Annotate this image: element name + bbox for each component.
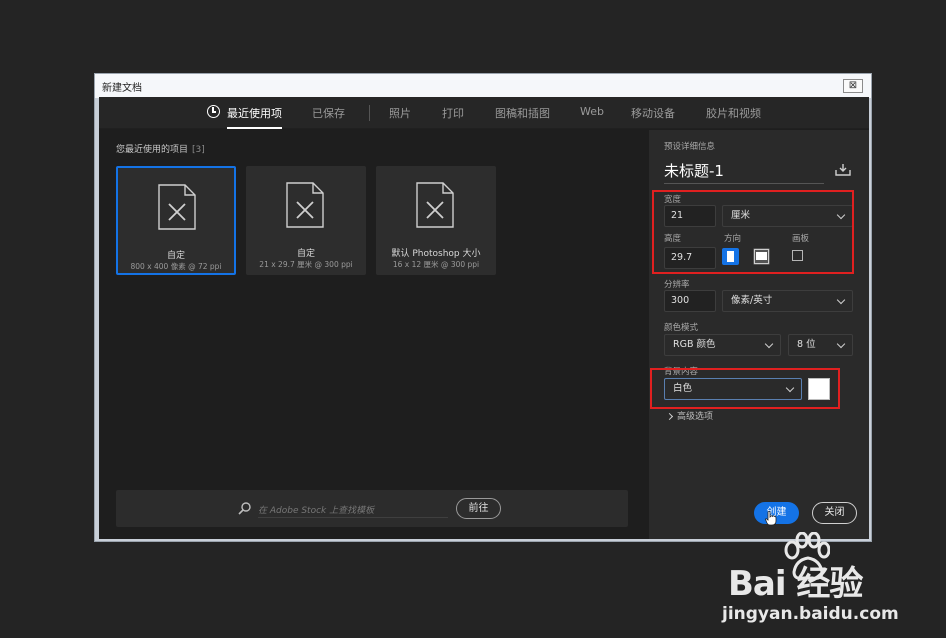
tab-art-illustration[interactable]: 图稿和插图 [495,105,550,121]
dialog-content: 最近使用项 已保存 照片 打印 图稿和插图 Web 移动设备 胶片和视频 您最近… [99,97,869,539]
recent-item-name: 自定 [296,249,315,259]
recent-item-name: 自定 [166,251,185,261]
recent-count: [3] [192,145,205,155]
background-value: 白色 [673,383,693,394]
recent-heading-label: 您最近使用的项目 [116,145,189,155]
stock-search-bar: 在 Adobe Stock 上查找模板 前往 [116,490,628,527]
hand-cursor-icon [765,511,777,526]
chevron-down-icon [785,383,795,393]
tab-web[interactable]: Web [580,105,604,118]
recent-item-meta: 800 x 400 像素 @ 72 ppi [130,262,222,271]
portrait-orientation-button[interactable] [722,248,739,265]
document-icon [286,182,324,228]
landscape-icon [756,252,767,260]
resolution-input[interactable]: 300 [664,290,716,312]
background-select[interactable]: 白色 [664,378,802,400]
recent-item-meta: 16 x 12 厘米 @ 300 ppi [392,260,480,269]
clock-icon [207,105,220,118]
background-color-swatch[interactable] [808,378,830,400]
color-mode-select[interactable]: RGB 颜色 [664,334,781,356]
baidu-jingyan-watermark: Bai 经验 jingyan.baidu.com [722,532,938,632]
tab-recent[interactable]: 最近使用项 [227,105,282,129]
tab-print[interactable]: 打印 [442,105,464,121]
tab-photo[interactable]: 照片 [389,105,411,121]
artboard-checkbox[interactable] [792,250,803,261]
search-icon [238,502,251,515]
artboard-label: 画板 [792,234,810,244]
recent-item[interactable]: 自定 800 x 400 像素 @ 72 ppi [116,166,236,275]
chevron-down-icon [836,295,846,305]
category-tabs: 最近使用项 已保存 照片 打印 图稿和插图 Web 移动设备 胶片和视频 [99,97,869,129]
watermark-url: jingyan.baidu.com [722,604,899,624]
tab-film-video[interactable]: 胶片和视频 [706,105,761,121]
advanced-options-label: 高级选项 [677,412,714,422]
color-mode-value: RGB 颜色 [673,339,716,350]
background-label: 背景内容 [664,367,699,377]
title-underline [664,183,824,184]
document-icon [158,184,196,230]
tab-divider [369,105,370,121]
resolution-unit-select[interactable]: 像素/英寸 [722,290,853,312]
watermark-logo-text: Bai 经验 [728,564,863,604]
dialog-titlebar: 新建文档 ⊠ [95,74,871,98]
recent-item-name: 默认 Photoshop 大小 [391,249,481,259]
height-label: 高度 [664,234,682,244]
advanced-options-toggle[interactable]: 高级选项 [665,409,714,422]
recent-heading: 您最近使用的项目 [3] [116,142,205,155]
chevron-right-icon [665,412,674,421]
recent-item-meta: 21 x 29.7 厘米 @ 300 ppi [259,260,353,269]
document-icon [416,182,454,228]
search-underline [258,517,448,518]
bit-depth-select[interactable]: 8 位 [788,334,853,356]
chevron-down-icon [764,339,774,349]
close-button[interactable]: 关闭 [812,502,857,524]
height-input[interactable]: 29.7 [664,247,716,269]
chevron-down-icon [836,339,846,349]
preset-details-heading: 预设详细信息 [664,142,716,152]
width-label: 宽度 [664,195,682,205]
go-button[interactable]: 前往 [456,498,501,519]
document-name-field[interactable]: 未标题-1 [664,160,724,181]
chevron-down-icon [836,210,846,220]
recent-item[interactable]: 自定 21 x 29.7 厘米 @ 300 ppi [246,166,366,275]
portrait-icon [727,251,734,262]
unit-value: 厘米 [731,210,751,221]
save-preset-icon[interactable] [835,164,851,176]
recent-panel: 您最近使用的项目[3] 自定 800 x 400 像素 @ 72 ppi 自定 [99,130,647,539]
resolution-label: 分辨率 [664,280,690,290]
orientation-label: 方向 [724,234,742,244]
new-document-dialog: 新建文档 ⊠ 最近使用项 已保存 照片 打印 图稿和插图 Web 移动设备 胶片… [94,73,872,542]
resolution-unit-value: 像素/英寸 [731,295,773,306]
close-window-button[interactable]: ⊠ [843,79,863,93]
recent-item[interactable]: 默认 Photoshop 大小 16 x 12 厘米 @ 300 ppi [376,166,496,275]
dialog-title: 新建文档 [102,83,142,94]
color-mode-label: 颜色模式 [664,323,699,333]
landscape-orientation-button[interactable] [753,248,770,265]
bit-depth-value: 8 位 [797,339,816,350]
unit-select[interactable]: 厘米 [722,205,853,227]
width-input[interactable]: 21 [664,205,716,227]
preset-details-panel: 预设详细信息 未标题-1 宽度 21 厘米 高度 方向 画板 29.7 分辨率 … [649,130,869,539]
tab-saved[interactable]: 已保存 [312,105,345,121]
tab-mobile[interactable]: 移动设备 [631,105,675,121]
stock-search-input[interactable]: 在 Adobe Stock 上查找模板 [258,503,374,516]
